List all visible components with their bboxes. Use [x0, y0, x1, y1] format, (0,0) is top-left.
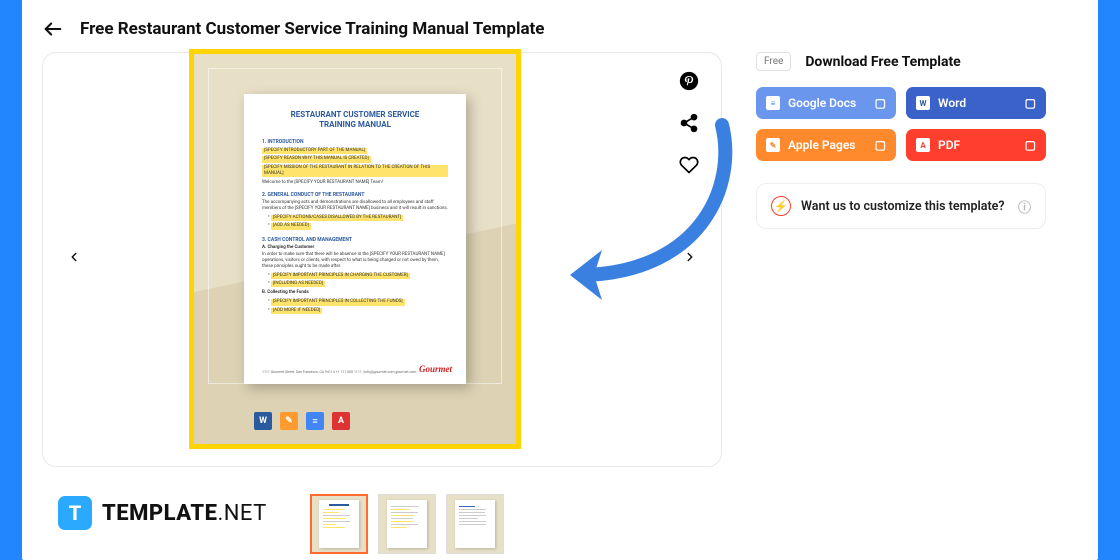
download-buttons: ≡ Google Docs ▢ W Word ▢ ✎ Apple Pages ▢… — [756, 87, 1046, 161]
download-pages-button[interactable]: ✎ Apple Pages ▢ — [756, 129, 896, 161]
doc-section-2: 2. GENERAL CONDUCT OF THE RESTAURANT — [262, 192, 448, 198]
bolt-icon: ⚡ — [771, 196, 791, 216]
word-icon: W — [916, 96, 930, 110]
sidebar: Free Download Free Template ≡ Google Doc… — [756, 52, 1046, 467]
back-arrow-icon[interactable] — [42, 18, 64, 40]
download-icon: ▢ — [1025, 138, 1036, 152]
gdocs-format-icon: ≡ — [306, 412, 324, 430]
download-title: Download Free Template — [805, 54, 960, 70]
pages-format-icon: ✎ — [280, 412, 298, 430]
word-format-icon: W — [254, 412, 272, 430]
prev-button[interactable] — [59, 238, 89, 282]
main: RESTAURANT CUSTOMER SERVICETRAINING MANU… — [22, 52, 1098, 467]
header: Free Restaurant Customer Service Trainin… — [22, 0, 1098, 52]
pages-icon: ✎ — [766, 138, 780, 152]
action-icons — [679, 71, 699, 175]
heart-icon[interactable] — [679, 155, 699, 175]
pinterest-icon[interactable] — [679, 71, 699, 91]
customize-button[interactable]: ⚡ Want us to customize this template? ⓘ — [756, 183, 1046, 229]
next-button[interactable] — [675, 238, 705, 282]
download-word-button[interactable]: W Word ▢ — [906, 87, 1046, 119]
template-preview: RESTAURANT CUSTOMER SERVICETRAINING MANU… — [189, 49, 521, 449]
doc-footer: 1111 Gourmet Street, San Francisco, CA 9… — [262, 370, 416, 374]
pdf-format-icon: A — [332, 412, 350, 430]
logo-text: TEMPLATE.NET — [102, 501, 267, 526]
doc-title: RESTAURANT CUSTOMER SERVICETRAINING MANU… — [262, 110, 448, 129]
thumbnail-strip — [310, 494, 504, 554]
logo-mark: T — [58, 496, 92, 530]
preview-card: RESTAURANT CUSTOMER SERVICETRAINING MANU… — [42, 52, 722, 467]
download-icon: ▢ — [875, 96, 886, 110]
doc-section-1: 1. INTRODUCTION — [262, 139, 448, 145]
download-icon: ▢ — [875, 138, 886, 152]
info-icon: ⓘ — [1018, 197, 1031, 216]
page-container: Free Restaurant Customer Service Trainin… — [22, 0, 1098, 560]
format-icons: W ✎ ≡ A — [254, 412, 350, 430]
free-badge: Free — [756, 52, 791, 71]
download-icon: ▢ — [1025, 96, 1036, 110]
thumbnail-2[interactable] — [378, 494, 436, 554]
document-page: RESTAURANT CUSTOMER SERVICETRAINING MANU… — [244, 94, 466, 384]
thumbnail-3[interactable] — [446, 494, 504, 554]
download-pdf-button[interactable]: A PDF ▢ — [906, 129, 1046, 161]
doc-section-3: 3. CASH CONTROL AND MANAGEMENT — [262, 237, 448, 243]
pdf-icon: A — [916, 138, 930, 152]
doc-brand-logo: Gourmet — [419, 364, 452, 374]
site-logo[interactable]: T TEMPLATE.NET — [58, 496, 267, 530]
share-icon[interactable] — [679, 113, 699, 133]
download-gdocs-button[interactable]: ≡ Google Docs ▢ — [756, 87, 896, 119]
page-title: Free Restaurant Customer Service Trainin… — [80, 19, 545, 39]
download-header: Free Download Free Template — [756, 52, 1046, 71]
thumbnail-1[interactable] — [310, 494, 368, 554]
gdocs-icon: ≡ — [766, 96, 780, 110]
